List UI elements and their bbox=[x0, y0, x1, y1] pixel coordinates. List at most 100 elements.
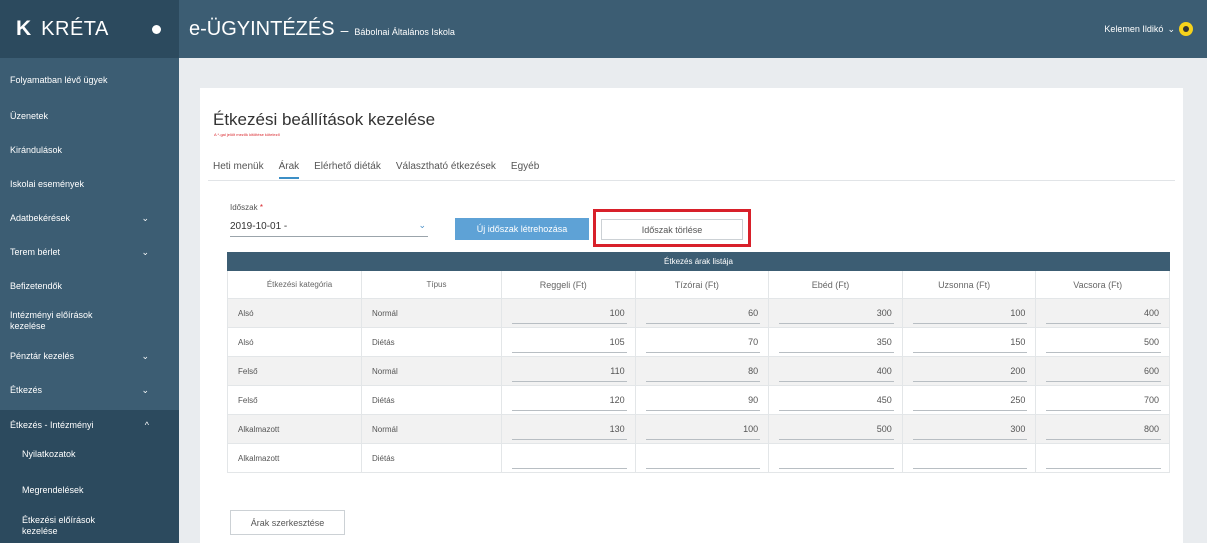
price-input[interactable]: 500 bbox=[1036, 328, 1170, 356]
sidebar-item-trips[interactable]: Kirándulások bbox=[0, 140, 179, 160]
sidebar-item-label: Folyamatban lévő ügyek bbox=[10, 75, 108, 85]
price-input[interactable]: 90 bbox=[636, 386, 770, 414]
table-header-row: Étkezési kategória Típus Reggeli (Ft) Tí… bbox=[227, 271, 1170, 299]
type-cell: Normál bbox=[362, 415, 502, 443]
user-menu[interactable]: Kelemen Ildikó ⌄ bbox=[1104, 22, 1193, 36]
sidebar-item-catering[interactable]: Étkezés ⌄ bbox=[0, 380, 179, 400]
price-input[interactable]: 130 bbox=[502, 415, 636, 443]
type-cell: Normál bbox=[362, 357, 502, 385]
price-input[interactable] bbox=[636, 444, 770, 472]
edit-prices-button[interactable]: Árak szerkesztése bbox=[230, 510, 345, 535]
tab-available-diets[interactable]: Elérhető diéták bbox=[314, 151, 381, 179]
price-input[interactable]: 300 bbox=[769, 299, 903, 327]
chevron-down-icon: ⌄ bbox=[418, 220, 426, 230]
table-row: Alkalmazott Diétás bbox=[227, 444, 1170, 473]
period-label: Időszak * bbox=[230, 203, 263, 212]
sidebar-item-data-requests[interactable]: Adatbekérések ⌄ bbox=[0, 208, 179, 228]
brand[interactable]: K KRÉTA bbox=[0, 0, 179, 58]
category-cell: Alsó bbox=[227, 299, 362, 327]
price-input[interactable]: 300 bbox=[903, 415, 1037, 443]
category-cell: Alsó bbox=[227, 328, 362, 356]
price-input[interactable]: 450 bbox=[769, 386, 903, 414]
sidebar-item-label: Üzenetek bbox=[10, 111, 49, 121]
sidebar-item-label: Étkezési előírások kezelése bbox=[22, 515, 96, 536]
type-cell: Diétás bbox=[362, 328, 502, 356]
column-header: Tízórai (Ft) bbox=[636, 271, 770, 298]
highlight-box bbox=[593, 209, 751, 247]
sidebar-item-school-events[interactable]: Iskolai események bbox=[0, 174, 179, 194]
category-cell: Alkalmazott bbox=[227, 415, 362, 443]
type-cell: Diétás bbox=[362, 444, 502, 472]
chevron-down-icon: ⌄ bbox=[141, 350, 149, 361]
price-input[interactable]: 250 bbox=[903, 386, 1037, 414]
period-select[interactable]: 2019-10-01 - ⌄ bbox=[230, 215, 428, 237]
price-input[interactable]: 60 bbox=[636, 299, 770, 327]
price-input[interactable]: 400 bbox=[769, 357, 903, 385]
column-header: Uzsonna (Ft) bbox=[903, 271, 1037, 298]
price-input[interactable] bbox=[502, 444, 636, 472]
sidebar-subitem-orders[interactable]: Megrendelések bbox=[0, 480, 179, 500]
sidebar-item-label: Befizetendők bbox=[10, 281, 63, 291]
sidebar-item-ongoing-cases[interactable]: Folyamatban lévő ügyek bbox=[0, 70, 179, 90]
sidebar-subitem-declarations[interactable]: Nyilatkozatok bbox=[0, 444, 179, 464]
type-cell: Diétás bbox=[362, 386, 502, 414]
menu-toggle-dot-icon[interactable] bbox=[152, 24, 161, 34]
period-select-value: 2019-10-01 - bbox=[230, 221, 288, 232]
sidebar-item-label: Pénztár kezelés bbox=[10, 351, 75, 361]
price-input[interactable]: 700 bbox=[1036, 386, 1170, 414]
price-input[interactable]: 100 bbox=[903, 299, 1037, 327]
sidebar-submenu: Nyilatkozatok Megrendelések Étkezési elő… bbox=[0, 440, 179, 543]
price-input[interactable]: 600 bbox=[1036, 357, 1170, 385]
sidebar-item-catering-institutional[interactable]: Étkezés - Intézményi ^ bbox=[0, 410, 179, 440]
tab-other[interactable]: Egyéb bbox=[511, 151, 539, 179]
sidebar-item-institution-rules[interactable]: Intézményi előírások kezelése bbox=[0, 306, 179, 336]
price-input[interactable]: 110 bbox=[502, 357, 636, 385]
price-input[interactable]: 100 bbox=[636, 415, 770, 443]
price-input[interactable]: 500 bbox=[769, 415, 903, 443]
title-separator: – bbox=[340, 21, 349, 38]
top-bar: K KRÉTA e-ÜGYINTÉZÉS – Bábolnai Általáno… bbox=[0, 0, 1207, 58]
sidebar-item-messages[interactable]: Üzenetek bbox=[0, 106, 179, 126]
tab-weekly-menus[interactable]: Heti menük bbox=[213, 151, 264, 179]
price-input[interactable] bbox=[769, 444, 903, 472]
column-header: Étkezési kategória bbox=[227, 271, 362, 298]
price-input[interactable]: 400 bbox=[1036, 299, 1170, 327]
sidebar-subitem-catering-rules[interactable]: Étkezési előírások kezelése bbox=[0, 512, 179, 540]
page-title: Étkezési beállítások kezelése bbox=[213, 110, 436, 129]
price-input[interactable] bbox=[1036, 444, 1170, 472]
price-input[interactable]: 105 bbox=[502, 328, 636, 356]
school-name: Bábolnai Általános Iskola bbox=[354, 26, 455, 37]
price-input[interactable] bbox=[903, 444, 1037, 472]
price-input[interactable]: 100 bbox=[502, 299, 636, 327]
new-period-button[interactable]: Új időszak létrehozása bbox=[455, 218, 589, 240]
sidebar-item-room-rental[interactable]: Terem bérlet ⌄ bbox=[0, 242, 179, 262]
price-input[interactable]: 200 bbox=[903, 357, 1037, 385]
brand-name: KRÉTA bbox=[41, 17, 109, 40]
prices-table: Étkezés árak listája Étkezési kategória … bbox=[227, 252, 1170, 473]
category-cell: Felső bbox=[227, 357, 362, 385]
table-row: Felső Diétás 120 90 450 250 700 bbox=[227, 386, 1170, 415]
column-header: Reggeli (Ft) bbox=[502, 271, 636, 298]
column-header: Ebéd (Ft) bbox=[769, 271, 903, 298]
chevron-down-icon: ⌄ bbox=[1167, 23, 1175, 34]
price-input[interactable]: 350 bbox=[769, 328, 903, 356]
tab-prices[interactable]: Árak bbox=[278, 151, 300, 179]
price-input[interactable]: 70 bbox=[636, 328, 770, 356]
sidebar-item-label: Étkezés - Intézményi bbox=[10, 420, 94, 430]
main-panel: Étkezési beállítások kezelése A *-gal je… bbox=[200, 88, 1183, 543]
category-cell: Alkalmazott bbox=[227, 444, 362, 472]
sidebar-item-label: Terem bérlet bbox=[10, 247, 61, 257]
category-cell: Felső bbox=[227, 386, 362, 414]
price-input[interactable]: 80 bbox=[636, 357, 770, 385]
price-input[interactable]: 800 bbox=[1036, 415, 1170, 443]
user-avatar-icon bbox=[1179, 22, 1193, 36]
price-input[interactable]: 120 bbox=[502, 386, 636, 414]
sidebar: Folyamatban lévő ügyek Üzenetek Kirándul… bbox=[0, 58, 179, 543]
required-mark: * bbox=[259, 203, 263, 212]
tab-selectable-meals[interactable]: Választható étkezések bbox=[396, 151, 496, 179]
sidebar-item-cash-management[interactable]: Pénztár kezelés ⌄ bbox=[0, 346, 179, 366]
price-input[interactable]: 150 bbox=[903, 328, 1037, 356]
sidebar-item-label: Nyilatkozatok bbox=[22, 449, 76, 459]
sidebar-item-payables[interactable]: Befizetendők bbox=[0, 276, 179, 296]
sidebar-item-label: Megrendelések bbox=[22, 485, 84, 495]
